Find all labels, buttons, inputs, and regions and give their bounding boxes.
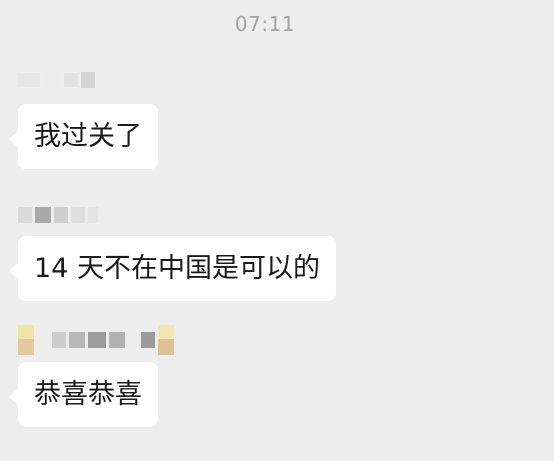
chat-bubble[interactable]: 恭喜恭喜 (9, 362, 158, 427)
message-timestamp: 07:11 (234, 12, 296, 36)
chat-bubble[interactable]: 14 天不在中国是可以的 (9, 236, 336, 301)
sender-name-blurred (18, 325, 174, 355)
sender-name-blurred (18, 72, 95, 88)
chat-bubble[interactable]: 我过关了 (9, 104, 158, 169)
message-text: 我过关了 (34, 121, 142, 152)
message-text: 14 天不在中国是可以的 (34, 253, 320, 284)
message-text: 恭喜恭喜 (34, 379, 142, 410)
sender-name-blurred (18, 207, 98, 223)
